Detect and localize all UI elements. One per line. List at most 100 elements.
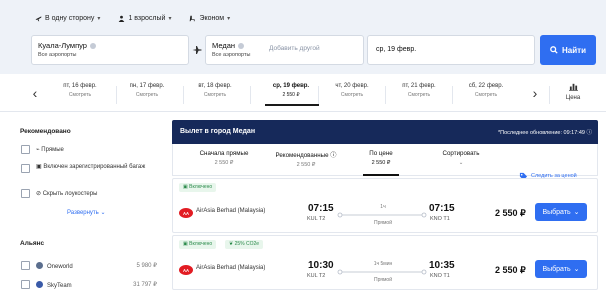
last-update-text: *Последнее обновление: 09:17:49 [498, 130, 585, 136]
flight-card[interactable]: ▣ Включено ❦ 25% CO2e AA AirAsia Berhad … [172, 235, 598, 290]
flight-card[interactable]: ▣ Включено AA AirAsia Berhad (Malaysia) … [172, 178, 598, 233]
date-sub: Смотреть [407, 92, 431, 98]
direct-filter[interactable]: ⌁ Прямые [36, 146, 64, 154]
date-label: пт, 16 февр. [63, 83, 97, 89]
origin-city: Куала-Лумпур [38, 41, 87, 50]
airasia-logo-icon: AA [179, 265, 193, 275]
arrival-time: 07:15 [429, 203, 455, 214]
skyteam-label: SkyTeam [47, 283, 72, 289]
chevron-down-icon: ⌄ [573, 266, 580, 273]
date-option[interactable]: чт, 20 февр. Смотреть [317, 82, 387, 99]
chevron-down-icon: ▾ [97, 16, 101, 22]
date-selector: ‹ пт, 16 февр. Смотреть пн, 17 февр. Смотр… [0, 74, 606, 112]
trip-type-select[interactable]: В одну сторону ▾ [35, 15, 100, 22]
divider [549, 86, 550, 104]
add-other-link[interactable]: Добавить другой [269, 45, 320, 52]
date-sub: Смотреть [203, 92, 227, 98]
airline-name: AirAsia Berhad (Malaysia) [196, 208, 266, 214]
direct-checkbox[interactable] [21, 145, 30, 154]
passengers-select[interactable]: 1 взрослый ▾ [118, 15, 171, 22]
baggage-filter[interactable]: ▣ Включен зарегистрированный багаж [36, 163, 156, 171]
oneworld-label: Oneworld [47, 264, 73, 270]
next-dates-button[interactable]: › [524, 82, 546, 104]
search-panel: В одну сторону ▾ 1 взрослый ▾ Эконом ▾ К… [0, 0, 606, 74]
oneworld-checkbox[interactable] [21, 261, 30, 270]
origin-field[interactable]: Куала-Лумпур Все аэропорты [31, 35, 189, 65]
date-field[interactable]: ср, 19 февр. [367, 35, 535, 65]
chevron-left-icon: ‹ [32, 85, 38, 101]
date-option[interactable]: вт, 18 февр. Смотреть [180, 82, 250, 99]
find-button[interactable]: Найти [540, 35, 596, 65]
price-chart-button[interactable]: Цена [553, 82, 593, 101]
destination-field[interactable]: Медан Все аэропорты Добавить другой [205, 35, 364, 65]
skyteam-filter[interactable]: SkyTeam [36, 281, 72, 290]
date-option[interactable]: пт, 21 февр. Смотреть [384, 82, 454, 99]
chevron-down-icon: ⌄ [573, 209, 580, 216]
tab-recommended[interactable]: Рекомендованные ⓘ 2 550 ₽ [261, 150, 351, 168]
flight-duration: 1ч [380, 204, 386, 210]
flight-price: 2 550 ₽ [495, 208, 526, 218]
oneworld-filter[interactable]: Oneworld [36, 262, 73, 271]
date-label: пн, 17 февр. [129, 83, 165, 89]
expand-filters-link[interactable]: Развернуть ⌄ [67, 209, 106, 216]
arrival-time: 10:35 [429, 260, 455, 271]
seat-icon [190, 15, 196, 22]
skyteam-checkbox[interactable] [21, 280, 30, 289]
date-label: сб, 22 февр. [468, 83, 504, 89]
expand-label: Развернуть [67, 210, 99, 216]
departure-airport: KUL T2 [307, 216, 326, 222]
swap-button[interactable] [189, 39, 205, 61]
airport-icon [238, 43, 245, 49]
select-flight-button[interactable]: Выбрать ⌄ [535, 260, 587, 278]
plane-icon [35, 16, 42, 22]
date-price: 2 550 ₽ [282, 92, 300, 98]
date-sub: Смотреть [340, 92, 364, 98]
oneworld-price: 5 980 ₽ [136, 263, 158, 269]
destination-city: Медан [212, 41, 236, 50]
date-option[interactable]: пт, 16 февр. Смотреть [45, 82, 115, 99]
chevron-down-icon: ⌄ [458, 160, 464, 166]
last-update: *Последнее обновление: 09:17:49 ⓘ [498, 128, 592, 136]
passengers-label: 1 взрослый [128, 15, 166, 22]
tab-by-price[interactable]: По цене 2 550 ₽ [353, 150, 409, 166]
chevron-down-icon: ▾ [168, 16, 172, 22]
airline-name: AirAsia Berhad (Malaysia) [196, 265, 266, 271]
included-badge: ▣ Включено [179, 240, 217, 249]
date-option[interactable]: сб, 22 февр. Смотреть [451, 82, 521, 99]
tab-label: Сортировать [442, 150, 480, 157]
price-label: Цена [565, 95, 581, 101]
plane-icon [192, 46, 202, 54]
selected-date-indicator [265, 104, 319, 106]
co2-badge: ❦ 25% CO2e [225, 240, 264, 249]
date-label: вт, 18 февр. [198, 83, 232, 89]
select-flight-button[interactable]: Выбрать ⌄ [535, 203, 587, 221]
date-option-selected[interactable]: ср, 19 февр. 2 550 ₽ [256, 82, 326, 99]
badge-text: Включено [189, 184, 213, 190]
lowcost-checkbox[interactable] [21, 189, 30, 198]
results-header: Вылет в город Медан *Последнее обновлени… [172, 120, 598, 144]
bar-chart-icon [568, 83, 578, 91]
svg-text:AA: AA [183, 268, 189, 273]
info-icon: ⓘ [586, 130, 592, 136]
results-title: Вылет в город Медан [180, 128, 256, 135]
lowcost-filter[interactable]: ⊘ Скрыть лоукостеры [36, 190, 97, 198]
date-option[interactable]: пн, 17 февр. Смотреть [112, 82, 182, 99]
departure-time: 07:15 [308, 203, 334, 214]
date-sub: Смотреть [474, 92, 498, 98]
badge-text: Включено [189, 241, 213, 247]
included-badge: ▣ Включено [179, 183, 217, 192]
baggage-checkbox[interactable] [21, 164, 30, 173]
chevron-down-icon: ⌄ [98, 210, 106, 216]
tab-direct-first[interactable]: Сначала прямые 2 550 ₽ [185, 150, 263, 166]
date-sub: Смотреть [68, 92, 92, 98]
cabin-select[interactable]: Эконом ▾ [189, 15, 230, 22]
skyteam-icon [36, 281, 43, 288]
alliance-heading: Альянс [20, 240, 45, 247]
chevron-down-icon: ▾ [227, 16, 231, 22]
date-sub: Смотреть [135, 92, 159, 98]
active-tab-indicator [363, 174, 399, 176]
sort-dropdown[interactable]: Сортировать ⌄ [431, 150, 491, 166]
lowcost-icon: ⊘ [36, 191, 43, 197]
route-line [337, 269, 427, 275]
prev-dates-button[interactable]: ‹ [24, 82, 46, 104]
